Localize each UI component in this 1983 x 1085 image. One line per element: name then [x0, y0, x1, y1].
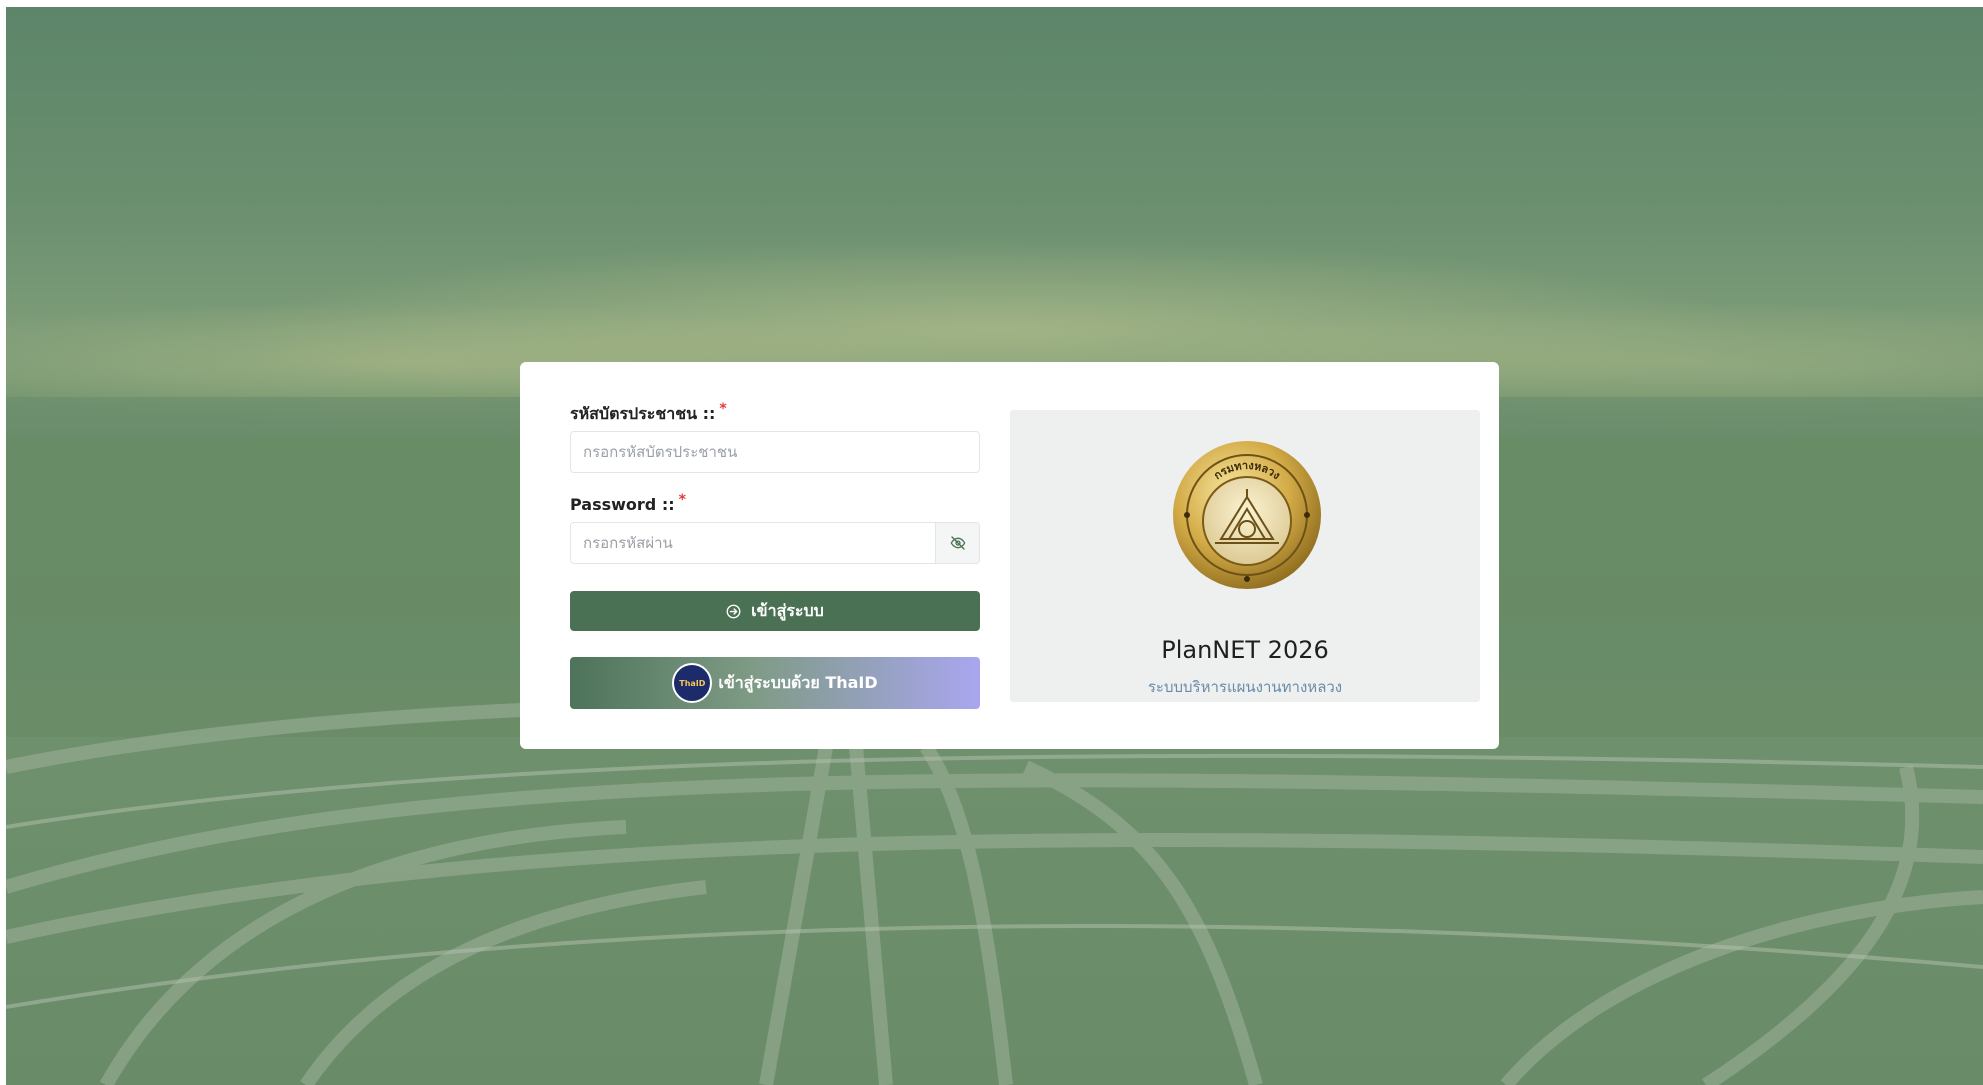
department-seal-logo: กรมทางหลวง	[1173, 441, 1321, 589]
id-card-label-text: รหัสบัตรประชาชน ::	[570, 404, 716, 423]
required-mark: *	[719, 401, 727, 417]
password-label-text: Password ::	[570, 495, 675, 514]
password-toggle-button[interactable]	[936, 522, 980, 564]
password-group	[570, 522, 980, 564]
login-button-label: เข้าสู่ระบบ	[751, 600, 824, 620]
page-background: รหัสบัตรประชาชน ::* Password ::*	[6, 7, 1983, 1085]
required-mark: *	[678, 492, 686, 508]
password-input[interactable]	[570, 522, 936, 564]
login-button[interactable]: เข้าสู่ระบบ	[570, 591, 980, 631]
app-subtitle: ระบบบริหารแผนงานทางหลวง	[1147, 678, 1343, 696]
thaid-button-label: เข้าสู่ระบบด้วย ThaID	[718, 672, 878, 692]
id-card-input[interactable]	[570, 431, 980, 473]
password-label: Password :: *	[570, 489, 980, 514]
id-card-label: รหัสบัตรประชาชน :: *	[570, 398, 980, 423]
thaid-logo-icon: ThaID	[672, 663, 713, 703]
thaid-logo-text: ThaID	[679, 678, 706, 688]
login-card: รหัสบัตรประชาชน ::* Password ::*	[520, 362, 1499, 749]
brand-panel: กรมทางหลวง PlanNET 2026 ระบบบริหารแผนงาน…	[1010, 410, 1480, 702]
login-circle-icon	[726, 604, 741, 619]
app-title: PlanNET 2026	[1161, 636, 1329, 664]
login-form: รหัสบัตรประชาชน ::* Password ::*	[570, 398, 980, 709]
eye-off-icon	[950, 536, 965, 550]
thaid-login-button[interactable]: ThaID เข้าสู่ระบบด้วย ThaID	[570, 657, 980, 709]
